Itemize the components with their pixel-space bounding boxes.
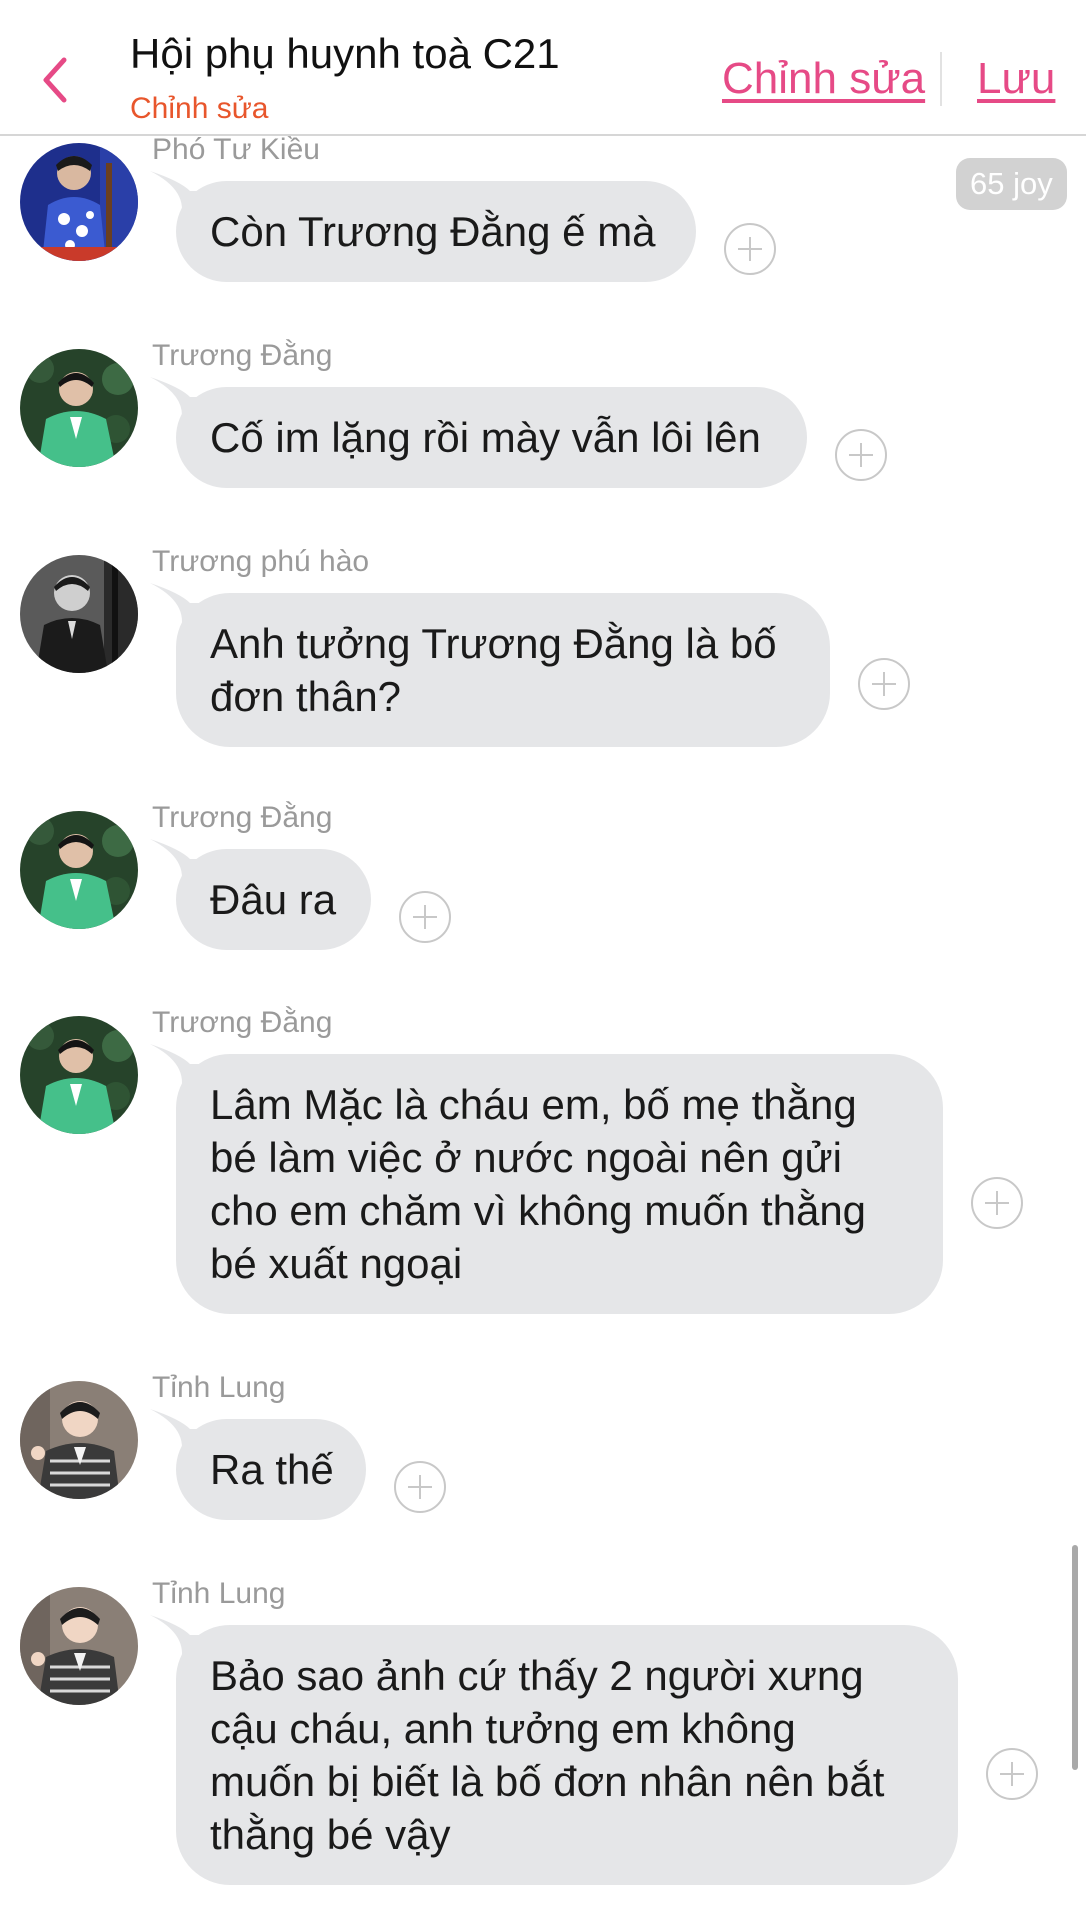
- sender-name: Tỉnh Lung: [152, 1371, 286, 1404]
- message-bubble[interactable]: Bảo sao ảnh cứ thấy 2 người xưng cậu chá…: [176, 1625, 958, 1885]
- chevron-left-icon: [43, 57, 67, 103]
- avatar-image: [20, 349, 138, 467]
- sender-name: Tỉnh Lung: [152, 1577, 286, 1610]
- add-reaction-button[interactable]: [399, 891, 451, 943]
- sender-name: Trương Đằng: [152, 801, 333, 834]
- message-bubble[interactable]: Đâu ra: [176, 849, 371, 950]
- avatar[interactable]: [20, 349, 138, 467]
- chat-subtitle: Chỉnh sửa: [130, 92, 269, 125]
- chat-header: Hội phụ huynh toà C21 Chỉnh sửa Chỉnh sử…: [0, 0, 1086, 136]
- sender-name: Trương Đằng: [152, 339, 333, 372]
- avatar[interactable]: [20, 555, 138, 673]
- add-reaction-button[interactable]: [724, 223, 776, 275]
- message-bubble[interactable]: Ra thế: [176, 1419, 366, 1520]
- message-bubble[interactable]: Lâm Mặc là cháu em, bố mẹ thằng bé làm v…: [176, 1054, 943, 1314]
- add-reaction-button[interactable]: [971, 1177, 1023, 1229]
- back-button[interactable]: [36, 50, 76, 110]
- add-reaction-button[interactable]: [858, 658, 910, 710]
- scrollbar[interactable]: [1072, 1545, 1078, 1770]
- avatar-image: [20, 555, 138, 673]
- add-reaction-button[interactable]: [394, 1461, 446, 1513]
- avatar-image: [20, 1587, 138, 1705]
- sender-name: Trương Đằng: [152, 1006, 333, 1039]
- header-divider: [940, 52, 942, 106]
- chat-title: Hội phụ huynh toà C21: [130, 30, 560, 77]
- reaction-count-badge[interactable]: 65 joy: [956, 158, 1067, 210]
- avatar-image: [20, 1016, 138, 1134]
- avatar[interactable]: [20, 143, 138, 261]
- avatar-image: [20, 1381, 138, 1499]
- add-reaction-button[interactable]: [835, 429, 887, 481]
- sender-name: Phó Tư Kiều: [152, 133, 320, 166]
- message-bubble[interactable]: Anh tưởng Trương Đằng là bố đơn thân?: [176, 593, 830, 747]
- avatar-image: [20, 143, 138, 261]
- message-bubble[interactable]: Cố im lặng rồi mày vẫn lôi lên: [176, 387, 807, 488]
- avatar[interactable]: [20, 811, 138, 929]
- sender-name: Trương phú hào: [152, 545, 370, 578]
- avatar[interactable]: [20, 1587, 138, 1705]
- add-reaction-button[interactable]: [986, 1748, 1038, 1800]
- message-bubble[interactable]: Còn Trương Đằng ế mà: [176, 181, 696, 282]
- avatar[interactable]: [20, 1381, 138, 1499]
- avatar-image: [20, 811, 138, 929]
- save-button[interactable]: Lưu: [977, 54, 1055, 104]
- avatar[interactable]: [20, 1016, 138, 1134]
- edit-button[interactable]: Chỉnh sửa: [722, 54, 925, 104]
